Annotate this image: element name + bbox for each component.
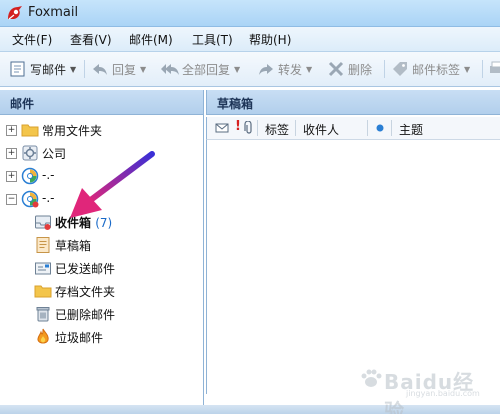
archive-folder-icon — [34, 285, 52, 298]
expand-toggle[interactable]: + — [6, 125, 17, 136]
menu-tools[interactable]: 工具(T) — [192, 31, 233, 48]
toolbar-divider — [384, 60, 385, 78]
mail-tag-button[interactable]: 邮件标签 ▼ — [390, 59, 470, 79]
account-icon — [21, 190, 39, 208]
column-divider — [295, 120, 296, 136]
toolbar-divider — [84, 60, 85, 78]
column-subject[interactable]: 主题 — [399, 121, 423, 138]
column-divider — [257, 120, 258, 136]
priority-icon[interactable]: ! — [235, 119, 241, 134]
toolbar-divider — [482, 60, 483, 78]
chevron-down-icon: ▼ — [140, 64, 147, 74]
window-title: Foxmail — [28, 5, 79, 20]
status-dot-icon[interactable] — [375, 123, 385, 133]
print-icon — [486, 59, 500, 79]
tag-icon — [390, 59, 410, 79]
column-divider — [391, 120, 392, 136]
tree-item-account-1[interactable]: + -.- — [0, 166, 203, 186]
attachment-icon[interactable] — [244, 121, 254, 135]
folder-panel-header: 邮件 — [0, 90, 203, 115]
unread-count: (7) — [95, 216, 113, 230]
collapse-toggle[interactable]: − — [6, 194, 17, 205]
tree-item-deleted[interactable]: 已删除邮件 — [0, 304, 203, 324]
envelope-icon[interactable] — [215, 121, 229, 135]
message-list[interactable] — [206, 140, 500, 394]
menu-view[interactable]: 查看(V) — [70, 31, 112, 48]
write-mail-button[interactable]: 写邮件 ▼ — [8, 59, 76, 79]
tree-item-account-2[interactable]: − -.- — [0, 189, 203, 209]
message-list-columns: ! 标签 收件人 主题 — [206, 117, 500, 140]
sent-icon — [35, 262, 51, 275]
foxmail-window: Foxmail 文件(F) 查看(V) 邮件(M) 工具(T) 帮助(H) 写邮… — [0, 0, 500, 414]
tree-item-company[interactable]: + 公司 — [0, 143, 203, 163]
reply-all-icon — [160, 59, 180, 79]
drafts-icon — [36, 237, 50, 253]
expand-toggle[interactable]: + — [6, 148, 17, 159]
inbox-label: 收件箱 — [55, 216, 92, 230]
forward-icon — [256, 59, 276, 79]
reply-icon — [90, 59, 110, 79]
mail-folder-panel: 邮件 + 常用文件夹 + 公司 + -.- − -.- 收件箱 (7) 草稿箱 … — [0, 90, 204, 414]
reply-button[interactable]: 回复 ▼ — [90, 59, 146, 79]
delete-button[interactable]: 删除 — [326, 59, 372, 79]
menu-mail[interactable]: 邮件(M) — [129, 31, 173, 48]
title-bar: Foxmail — [0, 0, 500, 27]
paw-logo-icon — [361, 369, 382, 387]
reply-all-button[interactable]: 全部回复 ▼ — [160, 59, 240, 79]
chevron-down-icon: ▼ — [464, 64, 471, 74]
watermark-url: jingyan.baidu.com — [406, 389, 480, 398]
chevron-down-icon: ▼ — [234, 64, 241, 74]
menu-help[interactable]: 帮助(H) — [249, 31, 291, 48]
compose-icon — [8, 59, 28, 79]
toolbar: 写邮件 ▼ 回复 ▼ 全部回复 ▼ 转发 ▼ 删除 邮件标签 ▼ — [0, 52, 500, 87]
tree-item-sent[interactable]: 已发送邮件 — [0, 258, 203, 278]
inbox-icon — [35, 215, 51, 230]
tree-item-favorites[interactable]: + 常用文件夹 — [0, 120, 203, 140]
company-account-icon — [22, 145, 38, 161]
account-icon — [21, 167, 39, 185]
current-folder-title: 草稿箱 — [217, 97, 254, 111]
tree-item-drafts[interactable]: 草稿箱 — [0, 235, 203, 255]
foxmail-logo-icon — [8, 6, 22, 20]
spam-icon — [37, 328, 49, 344]
delete-icon — [326, 59, 346, 79]
forward-button[interactable]: 转发 ▼ — [256, 59, 312, 79]
tree-item-archive[interactable]: 存档文件夹 — [0, 281, 203, 301]
column-tag[interactable]: 标签 — [265, 121, 289, 138]
chevron-down-icon: ▼ — [70, 64, 77, 74]
column-recipient[interactable]: 收件人 — [303, 121, 339, 138]
folder-icon — [21, 124, 39, 137]
folder-title-header: 草稿箱 — [206, 90, 500, 115]
tree-item-inbox[interactable]: 收件箱 (7) — [0, 212, 203, 232]
baidu-watermark: Baidu经验 jingyan.baidu.com — [360, 362, 490, 414]
menu-file[interactable]: 文件(F) — [12, 31, 52, 48]
trash-icon — [36, 307, 50, 322]
expand-toggle[interactable]: + — [6, 171, 17, 182]
print-button[interactable] — [486, 59, 500, 79]
chevron-down-icon: ▼ — [306, 64, 313, 74]
column-divider — [367, 120, 368, 136]
menu-bar: 文件(F) 查看(V) 邮件(M) 工具(T) 帮助(H) — [0, 27, 500, 52]
tree-item-spam[interactable]: 垃圾邮件 — [0, 327, 203, 347]
